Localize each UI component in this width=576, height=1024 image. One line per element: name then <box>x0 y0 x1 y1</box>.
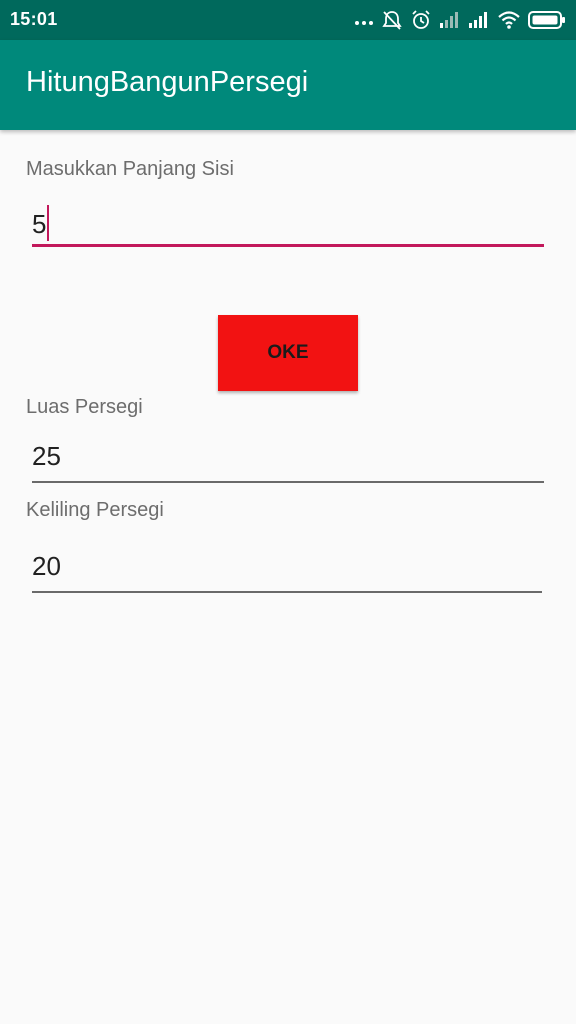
oke-button[interactable]: OKE <box>218 315 358 391</box>
area-label: Luas Persegi <box>26 396 143 418</box>
signal-weak-icon <box>439 11 461 29</box>
text-cursor <box>47 205 50 241</box>
area-result-value: 25 <box>32 441 61 471</box>
battery-icon <box>528 10 566 30</box>
side-length-label: Masukkan Panjang Sisi <box>26 158 234 180</box>
input-underline <box>32 244 544 247</box>
alarm-off-icon <box>381 9 403 31</box>
app-bar: HitungBangunPersegi <box>0 40 576 130</box>
side-length-value: 5 <box>32 205 50 241</box>
alarm-clock-icon <box>410 9 432 31</box>
status-icons <box>354 8 566 32</box>
more-dots-icon <box>354 10 374 30</box>
perimeter-underline <box>32 591 542 593</box>
area-underline <box>32 481 544 483</box>
perimeter-result-field[interactable]: 20 <box>32 547 542 593</box>
perimeter-result-value: 20 <box>32 551 61 581</box>
side-length-input[interactable]: 5 <box>32 201 544 247</box>
perimeter-label: Keliling Persegi <box>26 499 164 521</box>
signal-strong-icon <box>468 11 490 29</box>
app-title: HitungBangunPersegi <box>26 66 309 98</box>
status-time: 15:01 <box>10 9 58 29</box>
wifi-icon <box>497 10 521 30</box>
area-result-field[interactable]: 25 <box>32 437 544 483</box>
status-bar: 15:01 <box>0 0 576 40</box>
